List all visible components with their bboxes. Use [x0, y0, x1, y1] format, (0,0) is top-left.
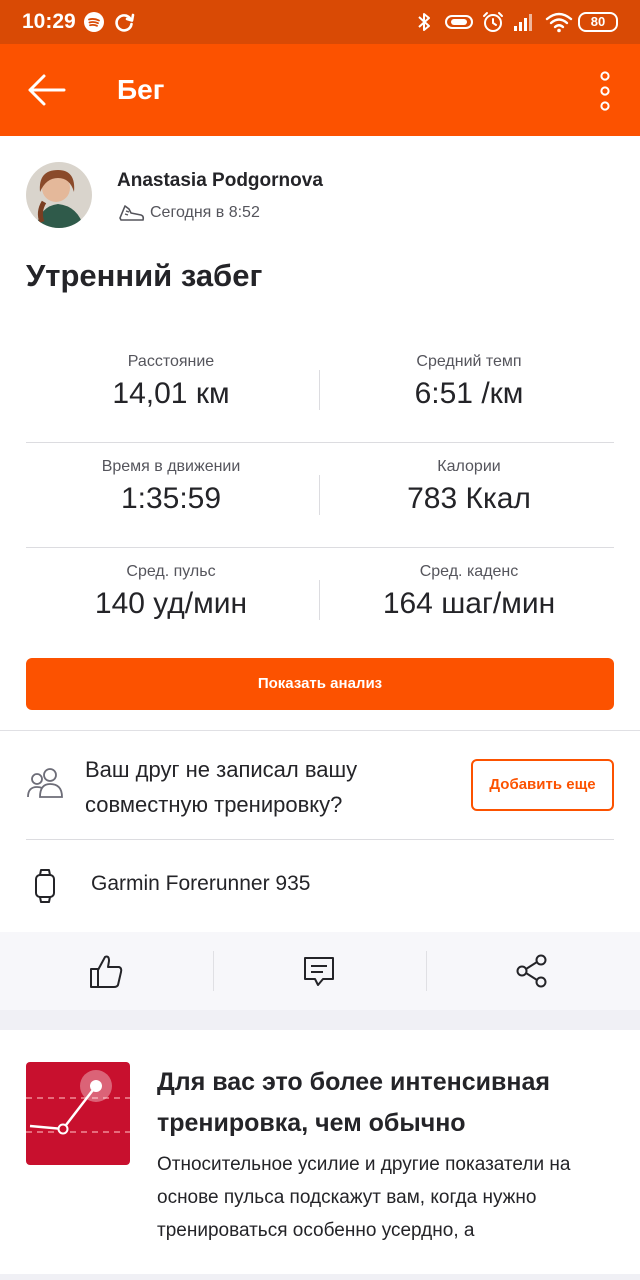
stat-value: 6:51 /км [414, 377, 524, 410]
thumbs-up-icon[interactable] [88, 952, 124, 990]
stat-value: 783 Ккал [407, 482, 531, 515]
spotify-icon [84, 12, 104, 32]
stat-moving-time: Время в движении 1:35:59 [24, 458, 318, 516]
stat-divider [319, 580, 320, 620]
divider [426, 951, 427, 991]
athlete-name[interactable]: Anastasia Podgornova [117, 170, 323, 192]
status-time: 10:29 [22, 10, 76, 33]
stat-divider [319, 475, 320, 515]
divider [26, 442, 614, 443]
stat-value: 14,01 км [112, 377, 230, 410]
share-icon[interactable] [514, 952, 550, 990]
add-more-button[interactable]: Добавить еще [471, 759, 614, 811]
social-actions-bar [0, 932, 640, 1010]
shoe-icon [119, 205, 145, 221]
stat-label: Сред. каденс [419, 563, 519, 580]
stat-value: 140 уд/мин [94, 587, 248, 620]
sync-icon [115, 13, 135, 32]
friends-icon [27, 768, 63, 798]
alarm-icon [483, 12, 503, 32]
page-title: Бег [117, 74, 165, 105]
stat-avg-heart-rate: Сред. пульс 140 уд/мин [24, 563, 318, 621]
watch-icon [35, 869, 55, 903]
friend-prompt-text: Ваш друг не записал вашу совместную трен… [85, 757, 358, 817]
stat-label: Время в движении [101, 458, 241, 475]
app-bar: Бег [0, 44, 640, 136]
wifi-icon [545, 12, 573, 33]
vibrate-icon [445, 15, 473, 29]
stat-label: Расстояние [127, 353, 215, 370]
avatar[interactable] [26, 162, 92, 228]
stat-value: 164 шаг/мин [382, 587, 556, 620]
divider [213, 951, 214, 991]
section-gap [0, 1274, 640, 1280]
battery-indicator: 80 [578, 12, 618, 32]
divider [26, 547, 614, 548]
signal-icon [514, 14, 532, 31]
stat-avg-pace: Средний темп 6:51 /км [322, 353, 616, 411]
show-analysis-button[interactable]: Показать анализ [26, 658, 614, 710]
insight-body: Относительное усилие и другие показатели… [157, 1154, 571, 1241]
stat-calories: Калории 783 Ккал [322, 458, 616, 516]
stat-value: 1:35:59 [120, 482, 222, 515]
stat-label: Калории [437, 458, 501, 475]
activity-title: Утренний забег [26, 258, 263, 293]
comment-icon[interactable] [301, 952, 337, 990]
back-arrow-icon[interactable] [24, 70, 68, 110]
activity-timestamp: Сегодня в 8:52 [150, 204, 260, 221]
divider [0, 730, 640, 731]
more-vert-icon[interactable] [596, 70, 614, 112]
stat-distance: Расстояние 14,01 км [24, 353, 318, 411]
stat-divider [319, 370, 320, 410]
bluetooth-icon [418, 13, 430, 31]
relative-effort-illustration[interactable] [26, 1062, 130, 1165]
status-bar: 10:29 80 [0, 0, 640, 44]
insight-title[interactable]: Для вас это более интенсивная тренировка… [157, 1062, 617, 1144]
device-name: Garmin Forerunner 935 [91, 872, 311, 895]
stat-label: Средний темп [416, 353, 522, 370]
divider [26, 839, 614, 840]
stat-avg-cadence: Сред. каденс 164 шаг/мин [322, 563, 616, 621]
stat-label: Сред. пульс [126, 563, 216, 580]
section-gap [0, 1010, 640, 1030]
